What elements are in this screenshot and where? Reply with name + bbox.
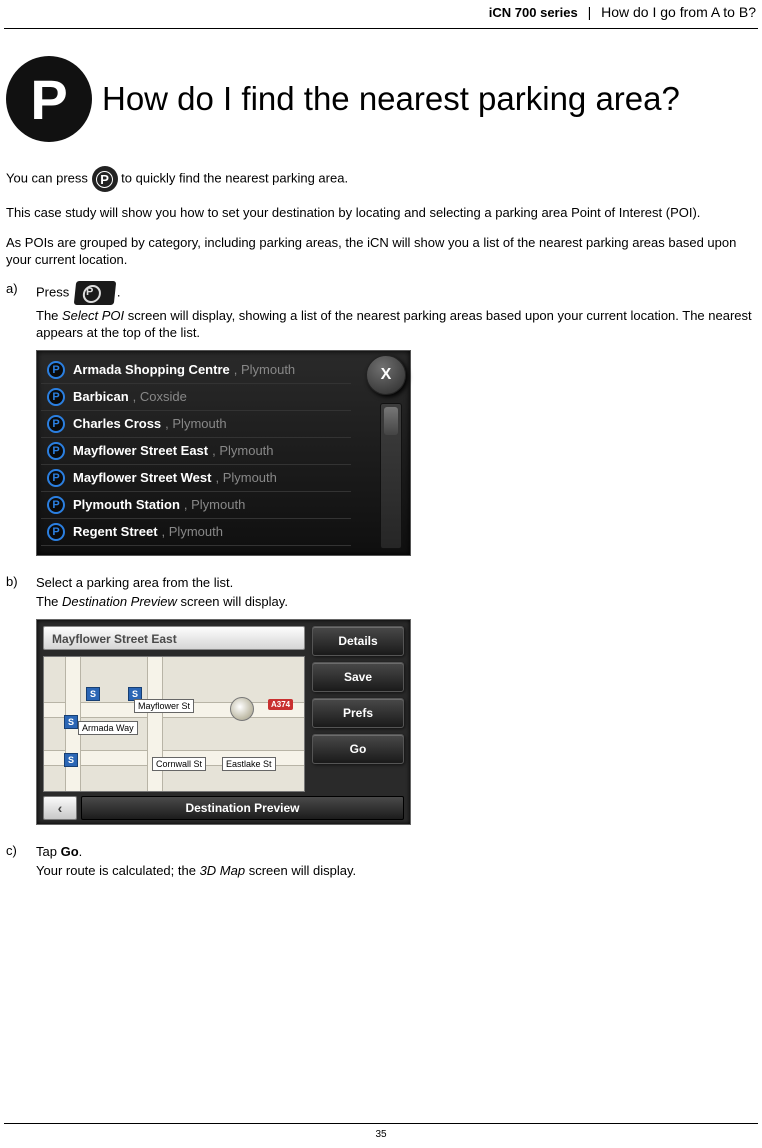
step-c-marker: c) xyxy=(6,843,36,882)
poi-sub: , Plymouth xyxy=(165,416,226,431)
dest-screenshot: Mayflower Street East Details Save Prefs… xyxy=(36,619,756,825)
step-c-line2a: Your route is calculated; the xyxy=(36,863,200,878)
poi-name: Plymouth Station xyxy=(73,497,180,512)
destination-marker-icon xyxy=(230,697,254,721)
intro-p1a: You can press xyxy=(6,170,92,185)
parking-key-icon xyxy=(74,281,117,305)
header-series: iCN 700 series xyxy=(489,5,578,20)
poi-row[interactable]: P Charles Cross , Plymouth xyxy=(41,411,351,438)
step-a-line2a: The xyxy=(36,308,62,323)
service-icon: S xyxy=(86,687,100,701)
poi-rows: P Armada Shopping Centre , Plymouth P Barbi… xyxy=(41,357,351,546)
save-button[interactable]: Save xyxy=(312,662,404,692)
poi-screenshot: X P Armada Shopping Centre , Plymouth P Bar… xyxy=(36,350,756,556)
dest-preview-screen: Mayflower Street East Details Save Prefs… xyxy=(36,619,411,825)
parking-poi-icon: P xyxy=(47,415,65,433)
dest-title: Mayflower Street East xyxy=(43,626,305,650)
road-shield: A374 xyxy=(268,699,293,710)
step-b-body: Select a parking area from the list. The… xyxy=(36,574,756,831)
map-preview[interactable]: S S S S Mayflower St Armada Way Cornwall… xyxy=(43,656,305,792)
page-content: P How do I find the nearest parking area… xyxy=(6,56,756,894)
poi-row[interactable]: P Barbican , Coxside xyxy=(41,384,351,411)
poi-name: Mayflower Street East xyxy=(73,443,208,458)
poi-row[interactable]: P Plymouth Station , Plymouth xyxy=(41,492,351,519)
header-rule xyxy=(4,28,758,29)
map-label-eastlake: Eastlake St xyxy=(222,757,276,771)
step-b-line2a: The xyxy=(36,594,62,609)
parking-icon: P xyxy=(6,56,92,142)
parking-poi-icon: P xyxy=(47,496,65,514)
step-c-body: Tap Go. Your route is calculated; the 3D… xyxy=(36,843,756,882)
poi-sub: , Plymouth xyxy=(162,524,223,539)
step-b-line1: Select a parking area from the list. xyxy=(36,574,756,592)
details-button[interactable]: Details xyxy=(312,626,404,656)
service-icon: S xyxy=(64,753,78,767)
step-c: c) Tap Go. Your route is calculated; the… xyxy=(6,843,756,882)
step-a: a) Press . The Select POI screen will di… xyxy=(6,281,756,562)
map-label-armada: Armada Way xyxy=(78,721,138,735)
page-title: How do I find the nearest parking area? xyxy=(102,78,680,119)
dest-bottom-bar: ‹ Destination Preview xyxy=(43,796,404,820)
dest-button-column: Details Save Prefs Go xyxy=(312,626,404,764)
title-row: P How do I find the nearest parking area… xyxy=(6,56,756,142)
header-separator: | xyxy=(588,4,592,20)
back-button[interactable]: ‹ xyxy=(43,796,77,820)
poi-name: Mayflower Street West xyxy=(73,470,211,485)
step-b: b) Select a parking area from the list. … xyxy=(6,574,756,831)
poi-sub: , Plymouth xyxy=(184,497,245,512)
intro-p1b: to quickly find the nearest parking area… xyxy=(121,170,348,185)
page-number: 35 xyxy=(0,1129,762,1140)
map-label-mayflower: Mayflower St xyxy=(134,699,194,713)
step-c-line1b: Go xyxy=(61,844,79,859)
parking-poi-icon: P xyxy=(47,469,65,487)
intro-p2: This case study will show you how to set… xyxy=(6,204,756,222)
poi-row[interactable]: P Regent Street , Plymouth xyxy=(41,519,351,546)
poi-sub: , Plymouth xyxy=(212,443,273,458)
step-a-body: Press . The Select POI screen will displ… xyxy=(36,281,756,562)
step-a-marker: a) xyxy=(6,281,36,562)
step-b-marker: b) xyxy=(6,574,36,831)
parking-poi-icon: P xyxy=(47,388,65,406)
poi-name: Regent Street xyxy=(73,524,158,539)
step-c-line2b: screen will display. xyxy=(245,863,356,878)
poi-name: Armada Shopping Centre xyxy=(73,362,230,377)
page-header: iCN 700 series | How do I go from A to B… xyxy=(6,4,756,24)
poi-name: Barbican xyxy=(73,389,129,404)
parking-poi-icon: P xyxy=(47,442,65,460)
map-label-cornwall: Cornwall St xyxy=(152,757,206,771)
step-a-line2b: screen will display, showing a list of t… xyxy=(36,308,752,341)
chevron-left-icon: ‹ xyxy=(58,800,63,816)
close-icon: X xyxy=(381,366,392,384)
step-c-line2i: 3D Map xyxy=(200,863,246,878)
parking-poi-icon: P xyxy=(47,361,65,379)
scrollbar[interactable] xyxy=(380,403,402,549)
prefs-button[interactable]: Prefs xyxy=(312,698,404,728)
step-a-line1a: Press xyxy=(36,284,73,299)
poi-sub: , Plymouth xyxy=(234,362,295,377)
parking-button-icon xyxy=(92,166,118,192)
poi-name: Charles Cross xyxy=(73,416,161,431)
go-button[interactable]: Go xyxy=(312,734,404,764)
step-b-line2i: Destination Preview xyxy=(62,594,177,609)
poi-row[interactable]: P Mayflower Street East , Plymouth xyxy=(41,438,351,465)
step-c-line1a: Tap xyxy=(36,844,61,859)
parking-poi-icon: P xyxy=(47,523,65,541)
poi-sub: , Coxside xyxy=(133,389,187,404)
dest-caption: Destination Preview xyxy=(81,796,404,820)
footer-rule xyxy=(4,1123,758,1124)
step-c-line1c: . xyxy=(79,844,83,859)
header-breadcrumb: How do I go from A to B? xyxy=(601,4,756,20)
service-icon: S xyxy=(64,715,78,729)
step-a-line1b: . xyxy=(117,284,121,299)
intro-p1: You can press to quickly find the neares… xyxy=(6,166,756,192)
poi-screen: X P Armada Shopping Centre , Plymouth P Bar… xyxy=(36,350,411,556)
poi-row[interactable]: P Armada Shopping Centre , Plymouth xyxy=(41,357,351,384)
steps-list: a) Press . The Select POI screen will di… xyxy=(6,281,756,882)
intro-p3: As POIs are grouped by category, includi… xyxy=(6,234,756,269)
step-b-line2b: screen will display. xyxy=(177,594,288,609)
poi-sub: , Plymouth xyxy=(215,470,276,485)
step-a-line2i: Select POI xyxy=(62,308,124,323)
poi-row[interactable]: P Mayflower Street West , Plymouth xyxy=(41,465,351,492)
close-button[interactable]: X xyxy=(366,355,406,395)
